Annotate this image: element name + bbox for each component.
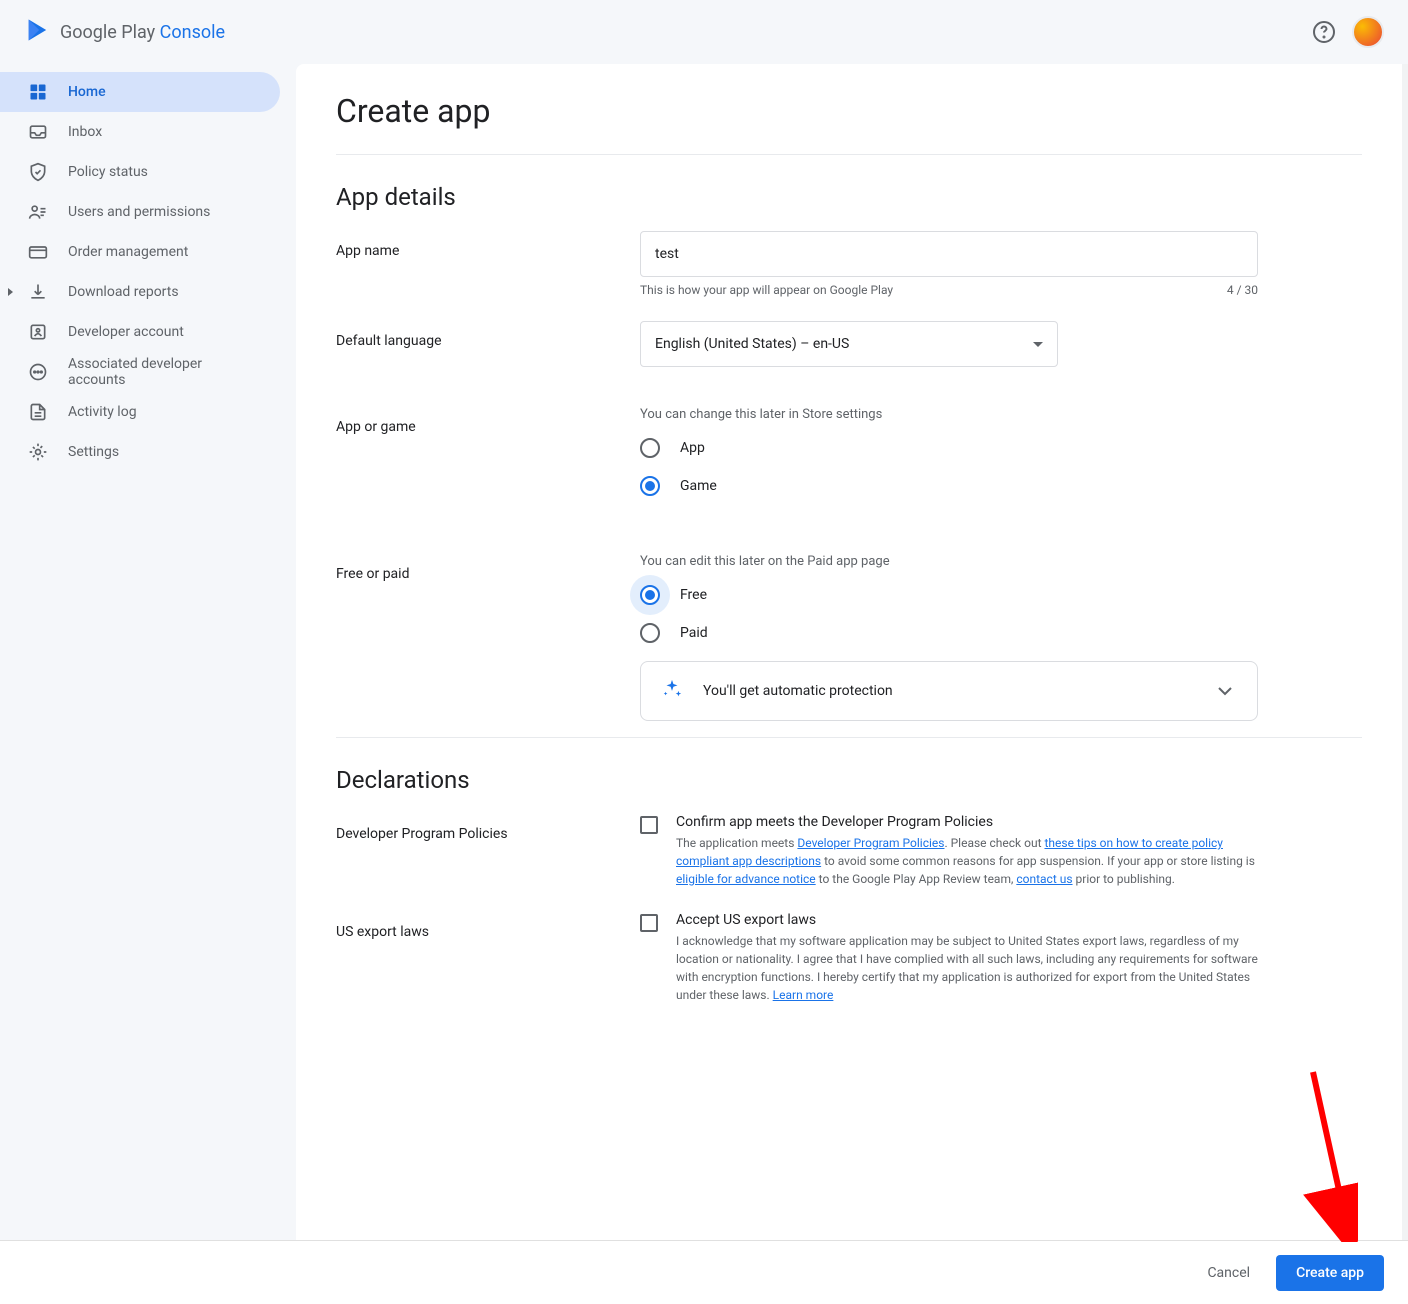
- language-select[interactable]: English (United States) – en-US: [640, 321, 1058, 367]
- sidebar-item-label: Developer account: [68, 324, 184, 340]
- radio-app-label: App: [680, 440, 705, 456]
- radio-free[interactable]: Free: [640, 585, 1258, 605]
- header-bar: Google Play Console: [0, 0, 1408, 64]
- radio-app[interactable]: App: [640, 438, 1258, 458]
- radio-free-label: Free: [680, 587, 707, 603]
- help-icon[interactable]: [1312, 20, 1336, 44]
- protection-info-text: You'll get automatic protection: [703, 683, 1193, 699]
- chevron-down-icon: [1213, 679, 1237, 703]
- link-contact-us[interactable]: contact us: [1016, 872, 1072, 886]
- export-title: Accept US export laws: [676, 912, 1258, 928]
- divider: [336, 737, 1362, 738]
- link-learn-more[interactable]: Learn more: [773, 988, 834, 1002]
- circle-icon: [28, 362, 48, 382]
- sidebar-item-label: Inbox: [68, 124, 102, 140]
- cancel-button[interactable]: Cancel: [1193, 1255, 1264, 1291]
- policies-desc: The application meets Developer Program …: [676, 834, 1258, 888]
- export-checkbox[interactable]: [640, 914, 658, 932]
- sidebar-item-label: Home: [68, 84, 106, 100]
- logo-text: Google Play Console: [60, 22, 225, 43]
- sidebar-item-policy[interactable]: Policy status: [0, 152, 280, 192]
- sidebar: Home Inbox Policy status Users and permi…: [0, 64, 296, 1240]
- section-app-details: App details: [336, 183, 1362, 211]
- sidebar-item-orders[interactable]: Order management: [0, 232, 280, 272]
- sidebar-item-label: Policy status: [68, 164, 148, 180]
- inbox-icon: [28, 122, 48, 142]
- policies-title: Confirm app meets the Developer Program …: [676, 814, 1258, 830]
- link-advance-notice[interactable]: eligible for advance notice: [676, 872, 816, 886]
- sidebar-item-associated[interactable]: Associated developer accounts: [0, 352, 280, 392]
- main-content: Create app App details App name This is …: [296, 64, 1408, 1240]
- link-dev-program-policies[interactable]: Developer Program Policies: [797, 836, 944, 850]
- sidebar-item-users[interactable]: Users and permissions: [0, 192, 280, 232]
- section-declarations: Declarations: [336, 766, 1362, 794]
- shield-icon: [28, 162, 48, 182]
- free-or-paid-label: Free or paid: [336, 554, 640, 721]
- app-name-label: App name: [336, 231, 640, 297]
- app-or-game-label: App or game: [336, 407, 640, 514]
- sidebar-item-home[interactable]: Home: [0, 72, 280, 112]
- sidebar-item-reports[interactable]: Download reports: [0, 272, 280, 312]
- language-selected: English (United States) – en-US: [655, 336, 849, 352]
- radio-game[interactable]: Game: [640, 476, 1258, 496]
- policies-checkbox[interactable]: [640, 816, 658, 834]
- app-name-helper: This is how your app will appear on Goog…: [640, 283, 893, 297]
- export-label: US export laws: [336, 912, 640, 1004]
- radio-icon: [640, 476, 660, 496]
- file-icon: [28, 402, 48, 422]
- export-desc: I acknowledge that my software applicati…: [676, 932, 1258, 1004]
- sidebar-item-label: Download reports: [68, 284, 179, 300]
- footer-bar: Cancel Create app: [0, 1240, 1408, 1304]
- sidebar-item-label: Users and permissions: [68, 204, 210, 220]
- sidebar-item-settings[interactable]: Settings: [0, 432, 280, 472]
- app-or-game-hint: You can change this later in Store setti…: [640, 407, 1258, 422]
- radio-paid-label: Paid: [680, 625, 708, 641]
- app-name-counter: 4 / 30: [1227, 283, 1258, 297]
- free-or-paid-hint: You can edit this later on the Paid app …: [640, 554, 1258, 569]
- radio-paid[interactable]: Paid: [640, 623, 1258, 643]
- app-name-input[interactable]: [640, 231, 1258, 277]
- radio-game-label: Game: [680, 478, 717, 494]
- chevron-down-icon: [1033, 342, 1043, 347]
- users-icon: [28, 202, 48, 222]
- radio-icon: [640, 623, 660, 643]
- sidebar-item-label: Activity log: [68, 404, 137, 420]
- sidebar-item-label: Associated developer accounts: [68, 356, 256, 388]
- language-label: Default language: [336, 321, 640, 367]
- play-console-logo-icon: [24, 16, 52, 48]
- card-icon: [28, 242, 48, 262]
- sparkle-icon: [661, 678, 683, 704]
- radio-icon: [640, 585, 660, 605]
- sidebar-item-activity[interactable]: Activity log: [0, 392, 280, 432]
- sidebar-item-dev-account[interactable]: Developer account: [0, 312, 280, 352]
- create-app-button[interactable]: Create app: [1276, 1255, 1384, 1291]
- grid-icon: [28, 82, 48, 102]
- gear-icon: [28, 442, 48, 462]
- account-icon: [28, 322, 48, 342]
- sidebar-item-label: Settings: [68, 444, 119, 460]
- download-icon: [28, 282, 48, 302]
- sidebar-item-label: Order management: [68, 244, 188, 260]
- avatar[interactable]: [1352, 16, 1384, 48]
- sidebar-item-inbox[interactable]: Inbox: [0, 112, 280, 152]
- policies-label: Developer Program Policies: [336, 814, 640, 888]
- protection-info-card[interactable]: You'll get automatic protection: [640, 661, 1258, 721]
- page-title: Create app: [336, 64, 1362, 155]
- logo[interactable]: Google Play Console: [24, 16, 225, 48]
- radio-icon: [640, 438, 660, 458]
